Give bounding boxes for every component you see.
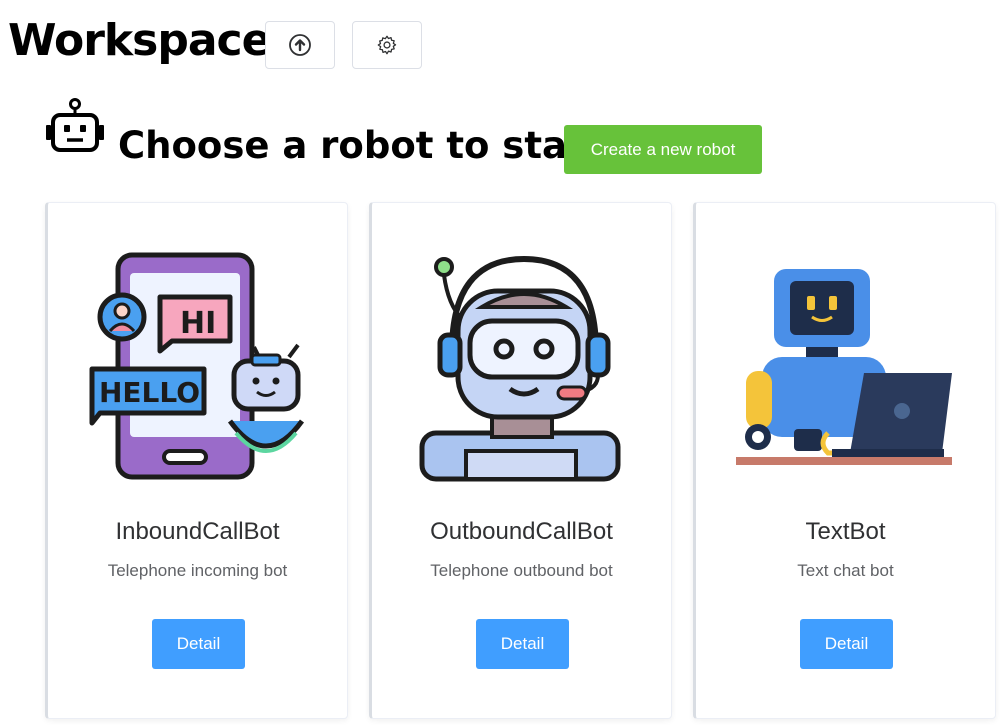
gear-icon xyxy=(377,35,397,55)
detail-button-outbound[interactable]: Detail xyxy=(476,619,569,669)
upload-circle-icon xyxy=(289,34,311,56)
robot-card-inbound: HI HELLO InboundCallBot Telephone incomi… xyxy=(45,202,348,719)
detail-button-inbound[interactable]: Detail xyxy=(152,619,245,669)
svg-text:HI: HI xyxy=(180,306,216,341)
settings-button[interactable] xyxy=(352,21,422,69)
robot-description: Telephone incoming bot xyxy=(107,561,288,580)
detail-button-text[interactable]: Detail xyxy=(800,619,893,669)
robot-name: TextBot xyxy=(805,518,886,545)
robot-description: Telephone outbound bot xyxy=(430,561,613,580)
phone-chat-bot-illustration: HI HELLO xyxy=(89,252,305,480)
headset-robot-illustration xyxy=(419,255,621,482)
laptop-robot-illustration xyxy=(736,269,952,465)
section-title: Choose a robot to start xyxy=(118,124,603,167)
robot-section-header: Choose a robot to start Create a new rob… xyxy=(44,98,844,178)
svg-text:HELLO: HELLO xyxy=(99,376,200,409)
page-title: Workspace xyxy=(8,15,271,66)
robot-name: OutboundCallBot xyxy=(430,518,613,545)
robot-card-outbound: OutboundCallBot Telephone outbound bot D… xyxy=(369,202,672,719)
robot-card-text: TextBot Text chat bot Detail xyxy=(693,202,996,719)
page-header: Workspace xyxy=(8,8,271,74)
upload-button[interactable] xyxy=(265,21,335,69)
create-robot-button[interactable]: Create a new robot xyxy=(564,125,762,174)
robot-name: InboundCallBot xyxy=(115,518,280,545)
robot-description: Text chat bot xyxy=(797,561,894,580)
robot-head-icon xyxy=(46,98,104,152)
